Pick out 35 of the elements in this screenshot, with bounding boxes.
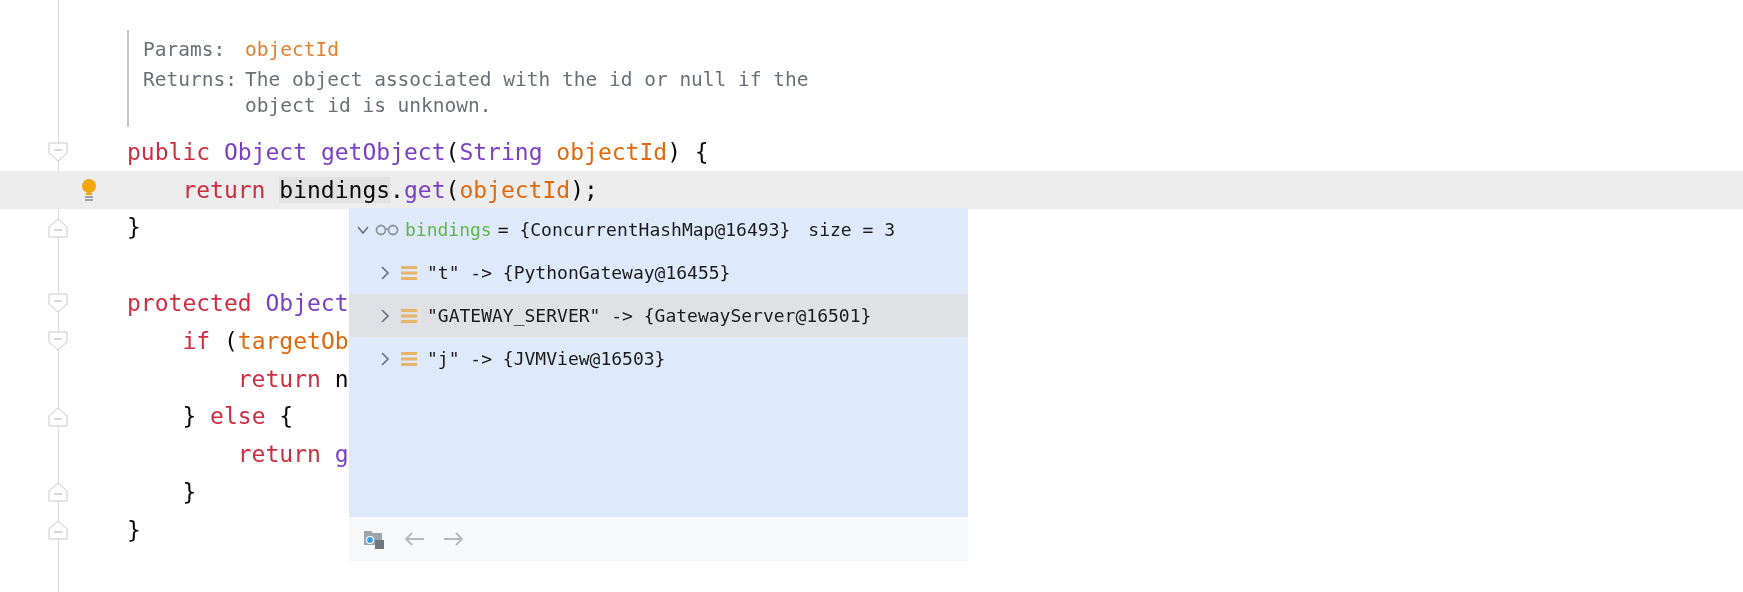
code-text: return n [236,365,349,392]
fold-marker-icon [48,142,68,162]
returns-label: Returns: [143,67,238,93]
folder-icon[interactable] [363,528,385,550]
fold-marker-icon [48,406,68,427]
code-text: protected Object [127,290,349,317]
fold-marker-icon [48,331,68,351]
entry-text: "j" -> {JVMView@16503} [427,348,666,369]
list-field-icon [401,307,417,324]
fold-marker-icon [48,217,68,238]
entry-text: "t" -> {PythonGateway@16455} [427,262,731,283]
tree-row[interactable]: "t" -> {PythonGateway@16455} [349,251,968,294]
fold-marker-icon [48,482,68,503]
size-text: size = 3 [808,219,895,240]
code-text: return g [236,441,349,468]
param-name: objectId [245,37,339,63]
code-text: } else { [181,403,294,430]
code-text: return bindings.get(objectId); [181,176,598,203]
code-text: public Object getObject(String objectId) { [127,138,709,165]
code-text: } [127,516,141,543]
list-field-icon [401,264,417,281]
params-label: Params: [143,37,227,63]
code-text: } [181,479,197,506]
variable-name: bindings [405,219,492,240]
tree-row[interactable]: "j" -> {JVMView@16503} [349,337,968,380]
list-field-icon [401,350,417,367]
entry-text: "GATEWAY_SERVER" -> {GatewayServer@16501} [427,305,872,326]
fold-marker-icon [48,519,68,540]
tree-row[interactable]: "GATEWAY_SERVER" -> {GatewayServer@16501} [349,294,968,337]
fold-marker-icon [48,293,68,314]
code-text: } [127,214,141,241]
glasses-icon [375,223,399,236]
variable-value: = {ConcurrentHashMap@16493} [496,219,791,240]
code-text: if (targetOb [181,327,349,354]
returns-description: The object associated with the id or null if the object id is unknown. [245,67,810,119]
